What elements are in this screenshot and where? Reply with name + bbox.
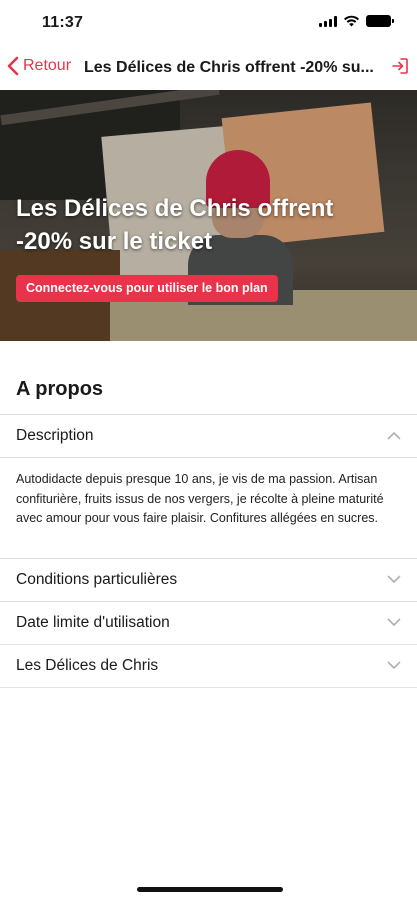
share-exit-icon <box>392 58 408 74</box>
nav-bar: Retour Les Délices de Chris offrent -20%… <box>0 46 417 90</box>
back-label: Retour <box>23 57 72 74</box>
wifi-icon <box>344 15 359 27</box>
chevron-down-icon <box>387 661 401 669</box>
accordion-label: Description <box>16 427 94 444</box>
status-bar: 11:37 <box>0 0 417 46</box>
chevron-down-icon <box>387 575 401 583</box>
chevron-down-icon <box>387 618 401 626</box>
accordion-conditions[interactable]: Conditions particulières <box>0 559 417 601</box>
signal-icon <box>319 15 337 27</box>
chevron-up-icon <box>387 432 401 440</box>
hero-image: Les Délices de Chris offrent -20% sur le… <box>0 90 417 341</box>
description-body: Autodidacte depuis presque 10 ans, je vi… <box>16 472 384 525</box>
status-icons <box>319 15 394 27</box>
accordion-merchant[interactable]: Les Délices de Chris <box>0 645 417 687</box>
chevron-left-icon <box>7 56 19 76</box>
login-cta-button[interactable]: Connectez-vous pour utiliser le bon plan <box>16 275 278 302</box>
accordion-label: Date limite d'utilisation <box>16 614 170 631</box>
status-time: 11:37 <box>42 14 84 31</box>
accordion-description[interactable]: Description <box>0 415 417 457</box>
accordion-label: Conditions particulières <box>16 571 178 588</box>
home-indicator[interactable] <box>137 887 283 892</box>
hero-title: Les Délices de Chris offrent -20% sur le… <box>16 195 334 255</box>
divider <box>0 687 417 688</box>
share-exit-button[interactable] <box>391 57 409 80</box>
nav-title: Les Délices de Chris offrent -20% su... <box>84 59 374 76</box>
accordion-expiry-date[interactable]: Date limite d'utilisation <box>0 602 417 644</box>
section-title-about: A propos <box>16 378 104 400</box>
divider <box>0 457 417 458</box>
back-button[interactable]: Retour <box>6 56 71 76</box>
battery-icon <box>366 15 394 27</box>
accordion-label: Les Délices de Chris <box>16 657 159 674</box>
